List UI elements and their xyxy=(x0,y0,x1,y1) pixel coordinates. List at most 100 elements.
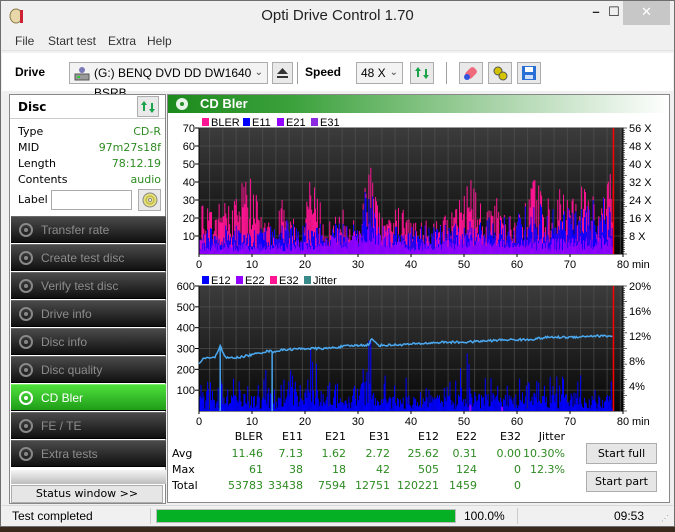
bar-e12 xyxy=(445,401,447,411)
bar-e21 xyxy=(575,238,577,254)
bar-e21 xyxy=(230,244,232,254)
bar-e21 xyxy=(284,251,286,254)
bar-e12 xyxy=(399,399,401,411)
bar-e21 xyxy=(429,245,431,254)
bar-e21 xyxy=(207,247,209,254)
bar-e21 xyxy=(438,247,440,254)
bar-e21 xyxy=(596,245,598,254)
start-full-button[interactable]: Start full xyxy=(586,443,657,464)
resize-grip[interactable]: ⋰ xyxy=(661,514,669,523)
bar-e21 xyxy=(601,249,603,254)
bar-e12 xyxy=(325,400,327,411)
bar-e12 xyxy=(506,385,508,411)
x-tick-label: 30 xyxy=(352,259,364,271)
bar-e21 xyxy=(392,244,394,254)
bar-e21 xyxy=(583,249,585,254)
bar-e12 xyxy=(432,397,434,411)
bar-e12 xyxy=(583,408,585,411)
bar-e21 xyxy=(504,247,506,254)
bar-e21 xyxy=(453,243,455,254)
y-tick-label: 200 xyxy=(177,364,195,376)
start-part-button[interactable]: Start part xyxy=(586,471,657,492)
bar-e21 xyxy=(417,249,419,254)
bar-bler xyxy=(241,183,243,254)
stats-col-header: E31 xyxy=(369,430,390,443)
bar-e12 xyxy=(444,397,446,411)
bar-e12 xyxy=(311,401,313,411)
bar-e12 xyxy=(566,402,568,411)
bar-e12 xyxy=(600,406,602,411)
y-tick-label: 20 xyxy=(183,213,195,225)
bar-e21 xyxy=(334,237,336,254)
bar-e12 xyxy=(239,390,241,411)
bar-e12 xyxy=(488,406,490,411)
bar-e12 xyxy=(576,398,578,411)
bar-e12 xyxy=(539,401,541,411)
bar-e21 xyxy=(241,243,243,254)
bar-e12 xyxy=(401,403,403,411)
bar-e12 xyxy=(223,397,225,411)
bar-e12 xyxy=(598,395,600,411)
bar-e21 xyxy=(609,238,611,254)
y2-tick-label: 8 X xyxy=(629,231,646,243)
bar-e12 xyxy=(417,402,419,411)
bar-e12 xyxy=(245,402,247,411)
bar-e12 xyxy=(203,396,205,411)
bar-e12 xyxy=(307,379,309,411)
bar-e21 xyxy=(464,235,466,254)
y-tick-label: 10 xyxy=(183,231,195,243)
bar-e12 xyxy=(334,390,336,411)
bar-e12 xyxy=(565,394,567,411)
x-tick-label: 60 xyxy=(511,416,523,428)
bar-e12 xyxy=(200,384,202,411)
bar-e21 xyxy=(318,245,320,254)
bar-e21 xyxy=(339,245,341,254)
bar-e12 xyxy=(407,404,409,411)
bar-e12 xyxy=(458,394,460,411)
legend-swatch xyxy=(270,276,277,284)
bar-e12 xyxy=(293,389,295,411)
bar-e11 xyxy=(237,230,239,254)
bar-e12 xyxy=(396,405,398,411)
bar-e21 xyxy=(413,247,415,254)
bar-e21 xyxy=(399,241,401,254)
bar-e21 xyxy=(403,244,405,254)
bar-e12 xyxy=(405,377,407,411)
bar-e21 xyxy=(582,249,584,254)
bar-e12 xyxy=(258,397,260,411)
bar-e11 xyxy=(259,231,261,254)
bar-e12 xyxy=(489,406,491,411)
bar-e12 xyxy=(320,391,322,411)
bar-e21 xyxy=(579,240,581,254)
bar-e12 xyxy=(588,399,590,411)
bar-e12 xyxy=(589,408,591,411)
bar-e21 xyxy=(534,242,536,254)
bar-e12 xyxy=(338,403,340,411)
bar-e12 xyxy=(425,388,427,411)
bar-e21 xyxy=(222,245,224,254)
bar-e21 xyxy=(476,240,478,254)
bar-e12 xyxy=(447,396,449,411)
bar-e21 xyxy=(206,248,208,254)
bar-e12 xyxy=(202,392,204,411)
bar-e12 xyxy=(288,381,290,411)
bar-e11 xyxy=(249,233,251,254)
bar-e21 xyxy=(334,238,336,254)
bar-e12 xyxy=(374,405,376,411)
bar-e21 xyxy=(565,243,567,254)
bar-e12 xyxy=(454,408,456,411)
bar-e12 xyxy=(389,396,391,411)
bar-e21 xyxy=(380,240,382,254)
bar-e21 xyxy=(521,245,523,254)
bar-e21 xyxy=(293,246,295,254)
status-divider xyxy=(150,508,151,524)
bar-e21 xyxy=(570,242,572,254)
bar-e12 xyxy=(265,369,267,411)
bar-e12 xyxy=(244,394,246,411)
bar-e21 xyxy=(420,242,422,254)
bar-e21 xyxy=(508,247,510,254)
bar-e21 xyxy=(466,247,468,254)
bar-e12 xyxy=(591,396,593,411)
progress-text: 100.0% xyxy=(464,509,505,523)
bar-e21 xyxy=(405,247,407,254)
